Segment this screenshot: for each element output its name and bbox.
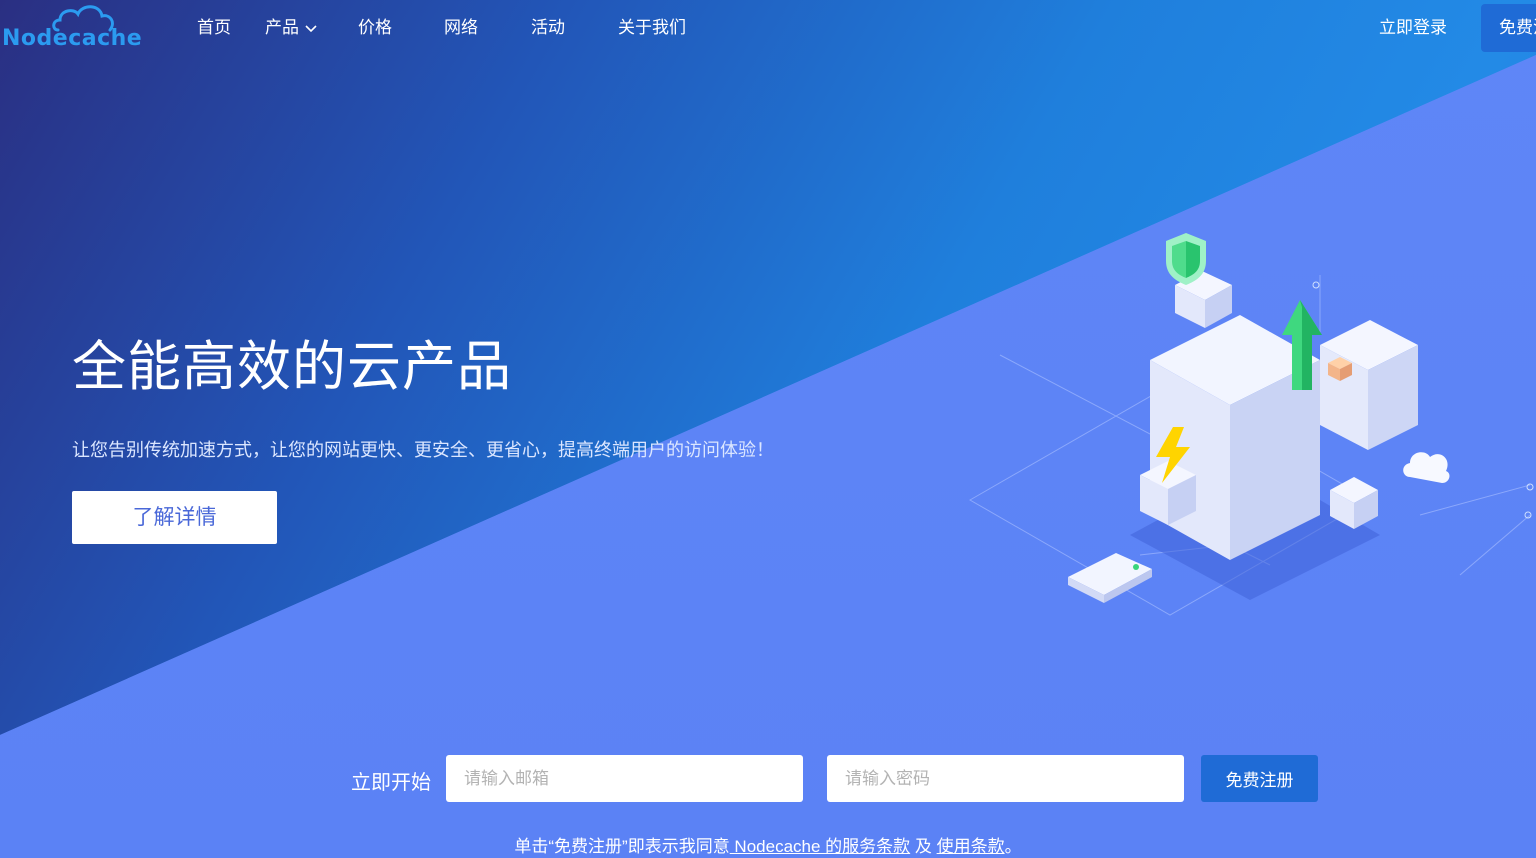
terms-middle: 及 bbox=[910, 837, 937, 856]
nav-item-about[interactable]: 关于我们 bbox=[618, 16, 686, 40]
nodecache-logo[interactable]: Nodecache bbox=[2, 2, 144, 52]
logo-text: Nodecache bbox=[2, 26, 143, 51]
email-input[interactable] bbox=[446, 755, 803, 802]
header-signup-button[interactable]: 免费注册 bbox=[1481, 4, 1536, 52]
terms-prefix: 单击“免费注册”即表示我同意 bbox=[514, 837, 730, 856]
terms-suffix: 。 bbox=[1004, 837, 1022, 856]
nav-item-network[interactable]: 网络 bbox=[444, 16, 478, 40]
nav-item-products-label: 产品 bbox=[265, 18, 299, 37]
hero-title: 全能高效的云产品 bbox=[72, 337, 512, 397]
cloud-icon bbox=[1403, 452, 1450, 483]
terms-notice: 单击“免费注册”即表示我同意 Nodecache 的服务条款 及 使用条款。 bbox=[0, 832, 1536, 857]
start-label: 立即开始 bbox=[351, 772, 431, 794]
login-link[interactable]: 立即登录 bbox=[1379, 16, 1447, 40]
signup-button[interactable]: 免费注册 bbox=[1201, 755, 1318, 802]
password-input[interactable] bbox=[827, 755, 1184, 802]
usage-terms-link[interactable]: 使用条款 bbox=[937, 837, 1005, 856]
nav-item-pricing[interactable]: 价格 bbox=[358, 16, 392, 40]
service-terms-link[interactable]: Nodecache 的服务条款 bbox=[730, 837, 910, 856]
nav-item-events[interactable]: 活动 bbox=[531, 16, 565, 40]
chevron-down-icon bbox=[305, 24, 317, 32]
hero-subtitle: 让您告别传统加速方式，让您的网站更快、更安全、更省心，提高终端用户的访问体验！ bbox=[72, 440, 774, 460]
cloud-cubes-illustration bbox=[968, 233, 1534, 616]
nav-item-products[interactable]: 产品 bbox=[265, 16, 317, 40]
learn-more-button[interactable]: 了解详情 bbox=[72, 491, 277, 544]
nav-item-home[interactable]: 首页 bbox=[197, 16, 231, 40]
